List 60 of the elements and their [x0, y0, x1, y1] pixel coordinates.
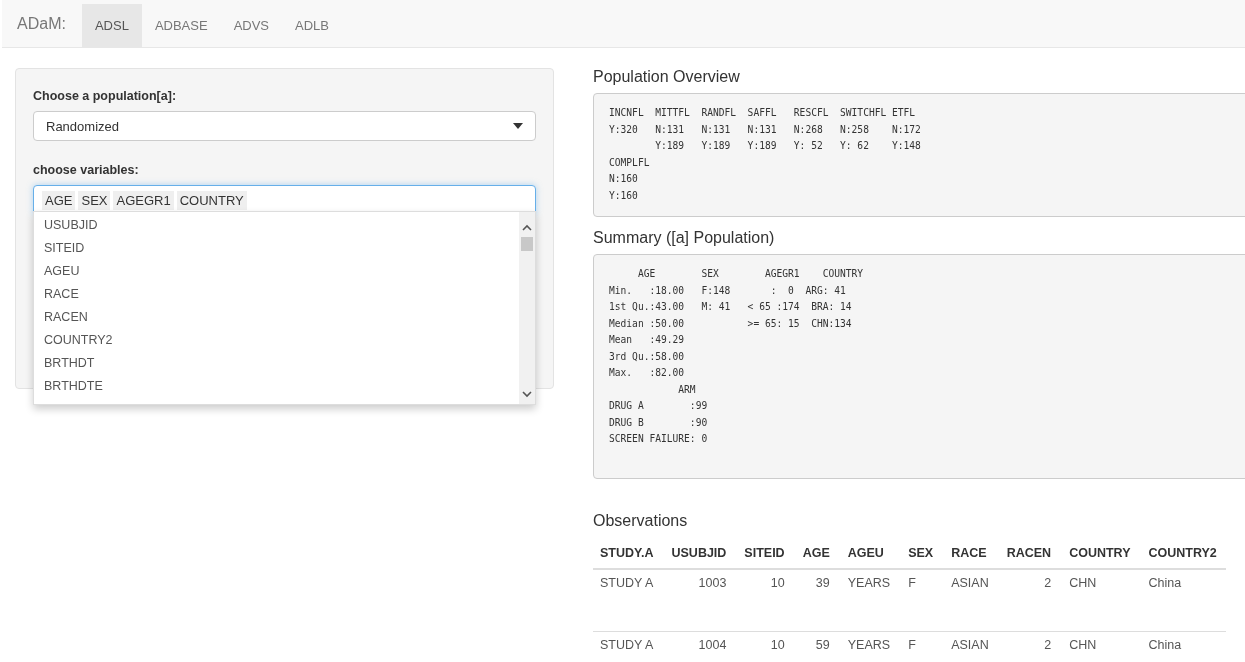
column-header: STUDY.A [593, 539, 663, 569]
column-header: AGEU [838, 539, 900, 569]
population-select[interactable]: Randomized [33, 111, 536, 141]
column-header: RACE [942, 539, 998, 569]
variable-chip[interactable]: SEX [78, 190, 111, 210]
nav-tab[interactable]: ADSL [81, 4, 142, 47]
table-cell: 2 [997, 631, 1061, 662]
table-cell: 59 [793, 631, 839, 662]
nav-tab[interactable]: ADVS [220, 4, 283, 47]
section-title: Observations [593, 512, 689, 530]
nav-tab[interactable]: ADBASE [141, 4, 221, 47]
scroll-down-icon[interactable] [522, 391, 532, 398]
table-cell: YEARS [838, 631, 900, 662]
table-cell: 10 [735, 631, 794, 662]
column-header: COUNTRY2 [1139, 539, 1226, 569]
dropdown-option[interactable]: AGEU [34, 260, 80, 283]
column-header: SEX [899, 539, 943, 569]
dropdown-option[interactable]: BRTHDTE [34, 375, 103, 398]
table-cell: China [1139, 631, 1226, 662]
dropdown-option[interactable]: SITEID [34, 237, 85, 260]
caret-icon [513, 123, 523, 129]
table-cell: CHN [1060, 631, 1140, 662]
table-cell: ASIAN [942, 631, 998, 662]
table-cell: YEARS [838, 569, 900, 632]
dropdown-option[interactable]: RACEN [34, 306, 88, 329]
field-label: Choose a population[a]: [33, 89, 177, 103]
field-label: choose variables: [33, 163, 139, 177]
dropdown-option[interactable]: RACE [34, 283, 79, 306]
scroll-up-icon[interactable] [522, 224, 532, 231]
variable-chip[interactable]: AGE [42, 190, 76, 210]
table-cell: 2 [997, 569, 1061, 632]
scroll-thumb[interactable] [521, 237, 533, 251]
dropdown-option[interactable]: BRTHDT [34, 352, 95, 375]
table-cell: 1003 [662, 569, 736, 632]
table-cell: ASIAN [942, 569, 998, 632]
variable-chip[interactable]: AGEGR1 [113, 190, 174, 210]
table-cell: China [1139, 569, 1226, 632]
table-cell: 1004 [662, 631, 736, 662]
output-text: INCNFL MITTFL RANDFL SAFFL RESCFL SWITCHFL ETFL Y:320 N:131 N:131 N:131 N:268 N:258 N:172 Y:189 Y:189 Y:189 Y: 52 Y: 62 Y:148 COMPLFL N:160 Y:160 [593, 93, 1245, 217]
table-cell: F [899, 569, 943, 632]
scrollbar[interactable] [519, 212, 535, 404]
column-header: COUNTRY [1060, 539, 1140, 569]
table-cell: STUDY A [593, 631, 663, 662]
dropdown-option[interactable]: USUBJID [34, 214, 98, 237]
table-cell: 39 [793, 569, 839, 632]
section-title: Summary ([a] Population) [593, 229, 776, 247]
column-header: SITEID [735, 539, 794, 569]
table-cell: CHN [1060, 569, 1140, 632]
column-header: USUBJID [662, 539, 736, 569]
section-title: Population Overview [593, 68, 741, 86]
output-text: AGE SEX AGEGR1 COUNTRY Min. :18.00 F:148 : 0 ARG: 41 1st Qu.:43.00 M: 41 < 65 :174 BRA: 14 Median :50.00 >= 65: 15 CHN:134 Mean :49.29 3rd Qu.:58.00 Max. :82.00 ARM DRUG A :99 DRUG B :90 SCREEN FAILURE: 0 [593, 254, 1245, 479]
table-cell: STUDY A [593, 569, 663, 632]
column-header: AGE [793, 539, 839, 569]
table-cell: 10 [735, 569, 794, 632]
table-cell: F [899, 631, 943, 662]
nav-tab[interactable]: ADLB [282, 4, 342, 47]
dropdown-option[interactable]: COUNTRY2 [34, 329, 113, 352]
variable-chip[interactable]: COUNTRY [176, 190, 247, 210]
brand-title: ADaM: [17, 13, 66, 34]
column-header: RACEN [997, 539, 1061, 569]
